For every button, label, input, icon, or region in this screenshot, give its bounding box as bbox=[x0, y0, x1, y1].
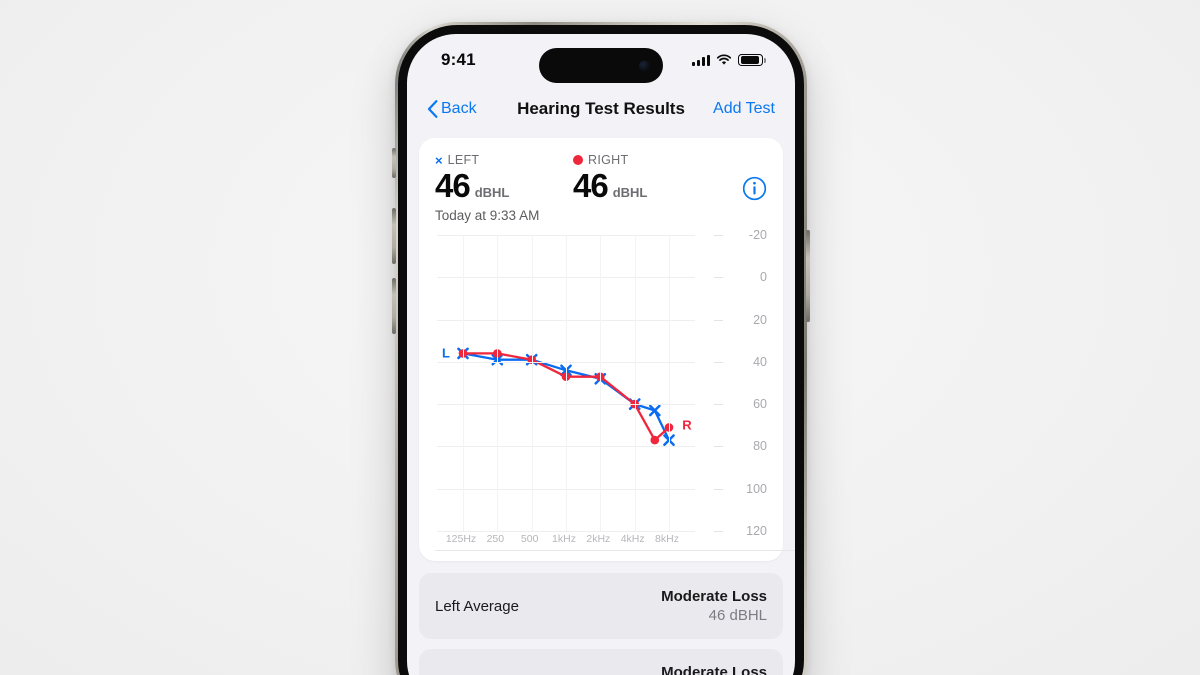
right-ear-header: RIGHT bbox=[573, 152, 711, 168]
left-ear-unit: dBHL bbox=[474, 185, 510, 200]
chart-point-right bbox=[650, 435, 660, 445]
status-time: 9:41 bbox=[441, 50, 476, 69]
status-indicators bbox=[692, 53, 766, 67]
chart-right-endpoint-label: R bbox=[682, 417, 692, 433]
right-ear-unit: dBHL bbox=[612, 185, 648, 200]
hearing-result-card: × LEFT 46 dBHL RIGHT 46 dBHL Today at 9:… bbox=[419, 138, 795, 561]
chart-x-tick-label: 2kHz bbox=[586, 533, 611, 545]
back-button[interactable]: Back bbox=[427, 100, 477, 118]
content-area: × LEFT 46 dBHL RIGHT 46 dBHL Today at 9:… bbox=[407, 132, 795, 675]
chart-y-tick bbox=[714, 488, 723, 490]
average-row-label: Left Average bbox=[435, 597, 519, 615]
chart-y-tick-label: -20 bbox=[748, 228, 767, 242]
chart-y-tick bbox=[714, 361, 723, 363]
chart-y-tick bbox=[714, 531, 723, 532]
chart-gridline-v bbox=[669, 235, 670, 531]
chart-x-tick-label: 8kHz bbox=[655, 533, 679, 545]
chart-gridline-v bbox=[634, 235, 636, 531]
back-button-label: Back bbox=[441, 100, 477, 117]
left-ear-header: × LEFT bbox=[435, 152, 573, 168]
chart-y-tick bbox=[714, 446, 723, 448]
left-ear-value: 46 bbox=[435, 167, 471, 204]
left-ear-value-group: 46 dBHL bbox=[435, 167, 573, 204]
device-screen: 9:41 Back Hearing Test Results Add Test … bbox=[407, 34, 795, 675]
audiogram-chart: LR -20 0 20 40 60 80 100 120 125Hz 250 500 1kHz 2kH… bbox=[435, 228, 795, 551]
left-x-marker-icon: × bbox=[435, 152, 443, 168]
chart-plot-area: LR bbox=[437, 235, 695, 532]
chart-y-tick bbox=[714, 235, 723, 236]
chart-y-tick-label: 20 bbox=[753, 312, 767, 327]
add-test-button[interactable]: Add Test bbox=[713, 100, 775, 118]
action-button[interactable] bbox=[392, 148, 396, 178]
chart-gridline-v bbox=[531, 235, 533, 531]
right-dot-marker-icon bbox=[573, 155, 583, 165]
chart-gridline-v bbox=[497, 235, 499, 531]
chart-gridline-v bbox=[566, 235, 567, 531]
average-row[interactable]: Left Average Moderate Loss 46 dBHL bbox=[419, 573, 783, 639]
left-ear-label: LEFT bbox=[447, 153, 480, 167]
chart-y-tick-label: 100 bbox=[746, 481, 767, 496]
chart-x-axis: 125Hz 250 500 1kHz 2kHz 4kHz 8kHz bbox=[435, 533, 693, 551]
power-button[interactable] bbox=[806, 230, 810, 322]
chart-y-tick-label: 60 bbox=[753, 397, 767, 412]
chart-x-tick-label: 500 bbox=[520, 533, 539, 545]
info-button[interactable] bbox=[742, 176, 767, 206]
average-row-value: 46 dBHL bbox=[708, 607, 767, 624]
wifi-icon bbox=[716, 54, 732, 66]
average-row-values: Moderate Loss46 dBHL bbox=[661, 664, 767, 675]
right-ear-label: RIGHT bbox=[588, 153, 629, 167]
left-ear-summary: × LEFT 46 dBHL bbox=[435, 152, 573, 204]
volume-down-button[interactable] bbox=[392, 278, 396, 334]
average-row[interactable]: Right AverageModerate Loss46 dBHL bbox=[419, 649, 783, 675]
chart-gridline-h bbox=[437, 531, 695, 532]
right-ear-value: 46 bbox=[573, 167, 609, 204]
chart-y-tick-label: 0 bbox=[760, 270, 767, 285]
average-row-status: Moderate Loss bbox=[661, 588, 767, 605]
averages-list: Left Average Moderate Loss 46 dBHL Right Av… bbox=[419, 573, 783, 675]
average-row-status: Moderate Loss bbox=[661, 664, 767, 675]
iphone-device: 9:41 Back Hearing Test Results Add Test … bbox=[392, 22, 810, 675]
navigation-bar: Back Hearing Test Results Add Test bbox=[407, 86, 795, 132]
battery-icon bbox=[738, 53, 766, 67]
right-ear-summary: RIGHT 46 dBHL bbox=[573, 152, 711, 204]
chart-x-tick-label: 250 bbox=[486, 533, 505, 545]
info-circle-icon bbox=[742, 176, 767, 201]
average-row-values: Moderate Loss 46 dBHL bbox=[661, 588, 767, 624]
chevron-left-icon bbox=[427, 100, 438, 118]
test-date: Today at 9:33 AM bbox=[435, 208, 540, 223]
chart-y-tick-label: 120 bbox=[746, 524, 767, 538]
volume-up-button[interactable] bbox=[392, 208, 396, 264]
chart-x-tick-label: 1kHz bbox=[552, 533, 576, 545]
chart-gridline-v bbox=[600, 235, 602, 531]
status-bar: 9:41 bbox=[407, 34, 795, 86]
chart-y-tick bbox=[714, 404, 723, 406]
signal-bars-icon bbox=[692, 54, 710, 66]
chart-gridline-v bbox=[463, 235, 464, 531]
chart-y-tick-label: 40 bbox=[753, 354, 767, 369]
chart-x-tick-label: 125Hz bbox=[445, 533, 477, 545]
right-ear-value-group: 46 dBHL bbox=[573, 167, 711, 204]
chart-bottom-axis bbox=[435, 550, 795, 551]
chart-y-tick bbox=[714, 277, 723, 279]
ear-summary-row: × LEFT 46 dBHL RIGHT 46 dBHL bbox=[435, 152, 767, 206]
chart-y-axis: -20 0 20 40 60 80 100 120 bbox=[714, 228, 767, 538]
chart-left-endpoint-label: L bbox=[442, 345, 450, 361]
chart-x-tick-label: 4kHz bbox=[620, 533, 645, 545]
chart-y-tick bbox=[714, 319, 723, 321]
chart-y-tick-label: 80 bbox=[753, 439, 767, 454]
